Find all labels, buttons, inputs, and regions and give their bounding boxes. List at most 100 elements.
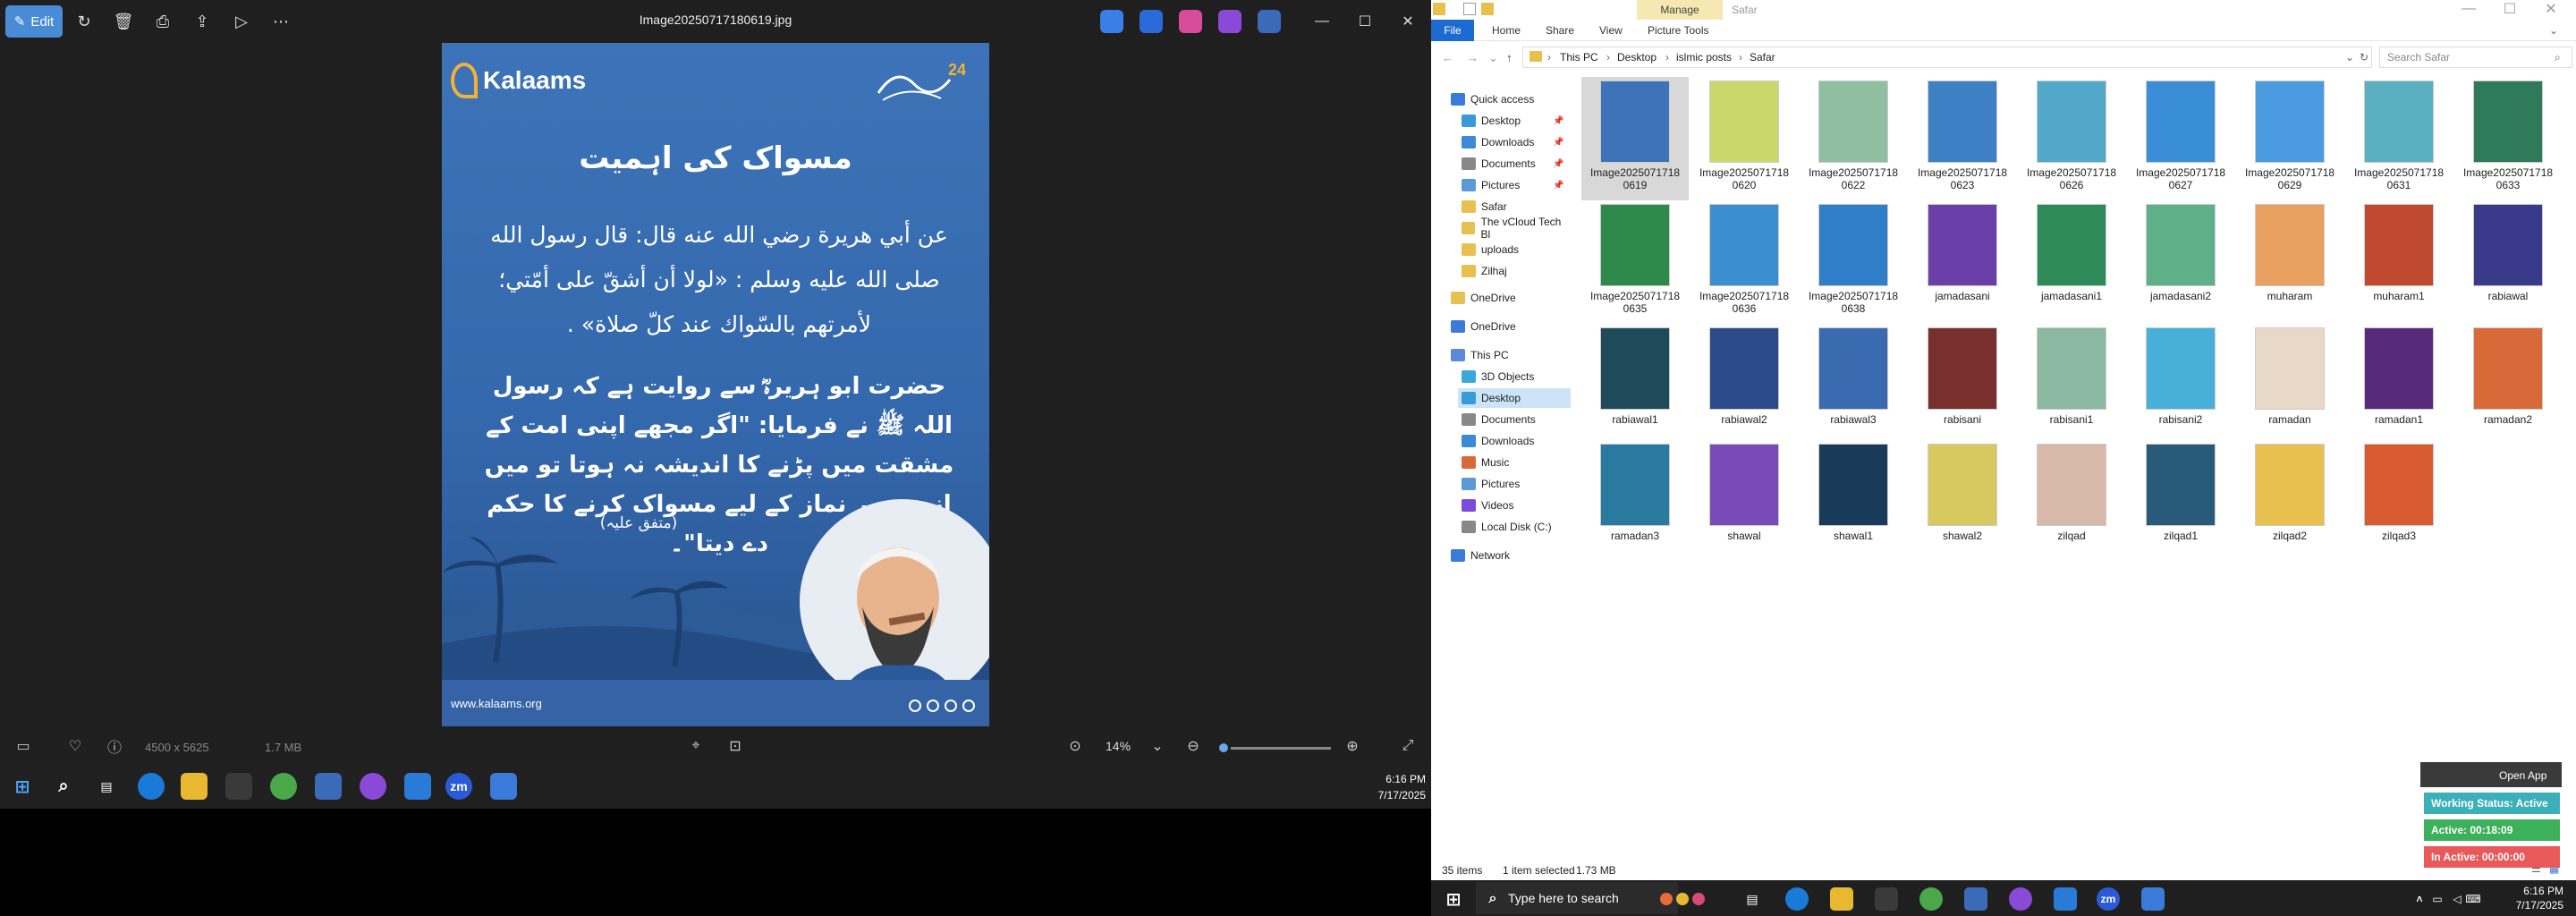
file-item[interactable]: Image2025071718 0626 bbox=[2018, 77, 2125, 200]
file-item[interactable]: muharam bbox=[2236, 200, 2343, 324]
keyboard-icon[interactable]: ⌨ bbox=[2462, 887, 2485, 911]
store-icon[interactable] bbox=[225, 773, 252, 800]
sidebar-item[interactable]: Zilhaj bbox=[1458, 261, 1571, 281]
file-item[interactable]: Image2025071718 0623 bbox=[1909, 77, 2016, 200]
sidebar-item[interactable]: The vCloud Tech Bl bbox=[1458, 216, 1571, 241]
github-icon[interactable] bbox=[2009, 887, 2032, 911]
emoji-icon[interactable] bbox=[1676, 893, 1689, 905]
file-item[interactable]: Image2025071718 0635 bbox=[1581, 200, 1689, 324]
taskbar-clock[interactable]: 6:16 PM 7/17/2025 bbox=[2516, 884, 2563, 912]
file-item[interactable]: rabiawal3 bbox=[1800, 324, 1907, 447]
recent-icon[interactable]: ⌄ bbox=[1488, 51, 1498, 65]
file-item[interactable]: muharam1 bbox=[2345, 200, 2453, 324]
sidebar-item[interactable]: Downloads bbox=[1458, 431, 1571, 451]
photos-app-icon[interactable] bbox=[2141, 887, 2165, 911]
chevron-down-icon[interactable]: ⌄ bbox=[1147, 735, 1168, 757]
address-dropdown-icon[interactable]: ⌄ bbox=[2345, 51, 2354, 64]
edge-icon[interactable] bbox=[1785, 887, 1809, 911]
taskbar-search[interactable]: Type here to search bbox=[1476, 882, 1678, 914]
file-item[interactable]: zilqad1 bbox=[2127, 440, 2234, 564]
search-icon[interactable]: ⌕ bbox=[50, 773, 77, 800]
zoom-app-icon[interactable]: zm bbox=[2097, 887, 2120, 911]
fit-icon[interactable]: ⌖ bbox=[685, 735, 707, 757]
sidebar-item[interactable]: Desktop 📌 bbox=[1458, 111, 1571, 131]
crop-icon[interactable]: ⊡ bbox=[724, 735, 746, 757]
app-icon-blue[interactable] bbox=[1964, 887, 1987, 911]
file-item[interactable]: shawal1 bbox=[1800, 440, 1907, 564]
vscode-icon[interactable] bbox=[2054, 887, 2077, 911]
file-item[interactable]: shawal2 bbox=[1909, 440, 2016, 564]
file-item[interactable]: ramadan2 bbox=[2454, 324, 2562, 447]
app-icon-1[interactable] bbox=[1100, 10, 1123, 33]
more-icon[interactable]: ⋯ bbox=[268, 9, 293, 34]
delete-icon[interactable]: 🗑 bbox=[111, 9, 136, 34]
file-item[interactable]: rabiawal2 bbox=[1690, 324, 1798, 447]
emoji-icon[interactable] bbox=[1660, 893, 1673, 905]
actual-size-icon[interactable]: ⊙ bbox=[1064, 735, 1086, 757]
file-item[interactable]: Image2025071718 0636 bbox=[1690, 200, 1798, 324]
crumb-safar[interactable]: Safar bbox=[1750, 51, 1775, 64]
sidebar-item[interactable]: Pictures 📌 bbox=[1458, 175, 1571, 195]
sidebar-item[interactable]: Downloads 📌 bbox=[1458, 132, 1571, 152]
ribbon-expand-icon[interactable]: ⌄ bbox=[2549, 24, 2558, 37]
tab-file[interactable]: File bbox=[1431, 20, 1474, 41]
tab-home[interactable]: Home bbox=[1492, 24, 1521, 37]
tab-picture-tools[interactable]: Picture Tools bbox=[1648, 24, 1708, 37]
sidebar-item[interactable]: Documents 📌 bbox=[1458, 154, 1571, 174]
forward-icon[interactable]: → bbox=[1467, 51, 1479, 64]
sidebar-item[interactable]: Videos bbox=[1458, 496, 1571, 515]
sidebar-item[interactable]: OneDrive bbox=[1447, 288, 1571, 308]
manage-tab[interactable]: Manage bbox=[1637, 0, 1723, 20]
file-item[interactable]: Image2025071718 0629 bbox=[2236, 77, 2343, 200]
file-item[interactable]: Image2025071718 0622 bbox=[1800, 77, 1907, 200]
chrome-icon[interactable] bbox=[270, 773, 297, 800]
tab-view[interactable]: View bbox=[1599, 24, 1623, 37]
print-icon[interactable]: ⎙ bbox=[150, 9, 175, 34]
sidebar-item[interactable]: Desktop bbox=[1458, 388, 1571, 408]
sidebar-item[interactable]: Safar bbox=[1458, 197, 1571, 216]
info-icon[interactable]: ⓘ bbox=[104, 735, 125, 757]
sidebar-item[interactable]: uploads bbox=[1458, 240, 1571, 259]
properties-icon[interactable] bbox=[1463, 3, 1476, 15]
file-item[interactable]: Image2025071718 0627 bbox=[2127, 77, 2234, 200]
crumb-desktop[interactable]: Desktop bbox=[1617, 51, 1657, 64]
sidebar-item[interactable]: Pictures bbox=[1458, 474, 1571, 494]
file-explorer-icon[interactable] bbox=[181, 773, 208, 800]
crumb-islmic-posts[interactable]: islmic posts bbox=[1676, 51, 1732, 64]
file-item[interactable]: zilqad bbox=[2018, 440, 2125, 564]
chrome-icon[interactable] bbox=[1919, 887, 1943, 911]
edge-icon[interactable] bbox=[138, 773, 165, 800]
filmstrip-icon[interactable]: ▭ bbox=[13, 735, 34, 757]
file-item[interactable]: rabiawal bbox=[2454, 200, 2562, 324]
file-item[interactable]: zilqad2 bbox=[2236, 440, 2343, 564]
app-icon-4[interactable] bbox=[1218, 10, 1241, 33]
file-item[interactable]: Image2025071718 0631 bbox=[2345, 77, 2453, 200]
task-view-icon[interactable]: ▤ bbox=[93, 773, 120, 800]
tab-share[interactable]: Share bbox=[1546, 24, 1574, 37]
share-icon[interactable]: ⇪ bbox=[190, 9, 215, 34]
file-item[interactable]: Image2025071718 0638 bbox=[1800, 200, 1907, 324]
sidebar-item[interactable]: Documents bbox=[1458, 410, 1571, 429]
open-app-button[interactable]: Open App bbox=[2499, 769, 2546, 782]
file-item[interactable]: Image2025071718 0620 bbox=[1690, 77, 1798, 200]
file-item[interactable]: Image2025071718 0633 bbox=[2454, 77, 2562, 200]
sidebar-item[interactable]: 3D Objects bbox=[1458, 367, 1571, 386]
file-item[interactable]: shawal bbox=[1690, 440, 1798, 564]
back-icon[interactable]: ← bbox=[1442, 51, 1453, 64]
sidebar-item[interactable]: Music bbox=[1458, 453, 1571, 472]
file-item[interactable]: ramadan3 bbox=[1581, 440, 1689, 564]
slideshow-icon[interactable]: ▷ bbox=[229, 9, 254, 34]
edit-button[interactable]: ✎ Edit bbox=[5, 5, 63, 38]
photos-app-icon[interactable] bbox=[490, 773, 517, 800]
file-item[interactable]: jamadasani bbox=[1909, 200, 2016, 324]
file-item[interactable]: rabisani bbox=[1909, 324, 2016, 447]
store-icon[interactable] bbox=[1875, 887, 1898, 911]
file-item[interactable]: rabiawal1 bbox=[1581, 324, 1689, 447]
emoji-icon[interactable] bbox=[1692, 893, 1705, 905]
sidebar-item[interactable]: This PC bbox=[1447, 345, 1571, 365]
minimize-icon[interactable]: — bbox=[1304, 7, 1340, 36]
sidebar-item[interactable]: OneDrive bbox=[1447, 317, 1571, 336]
new-folder-icon[interactable] bbox=[1481, 3, 1494, 15]
sidebar-item[interactable]: Local Disk (C:) bbox=[1458, 517, 1571, 537]
task-view-icon[interactable]: ▤ bbox=[1741, 887, 1764, 911]
